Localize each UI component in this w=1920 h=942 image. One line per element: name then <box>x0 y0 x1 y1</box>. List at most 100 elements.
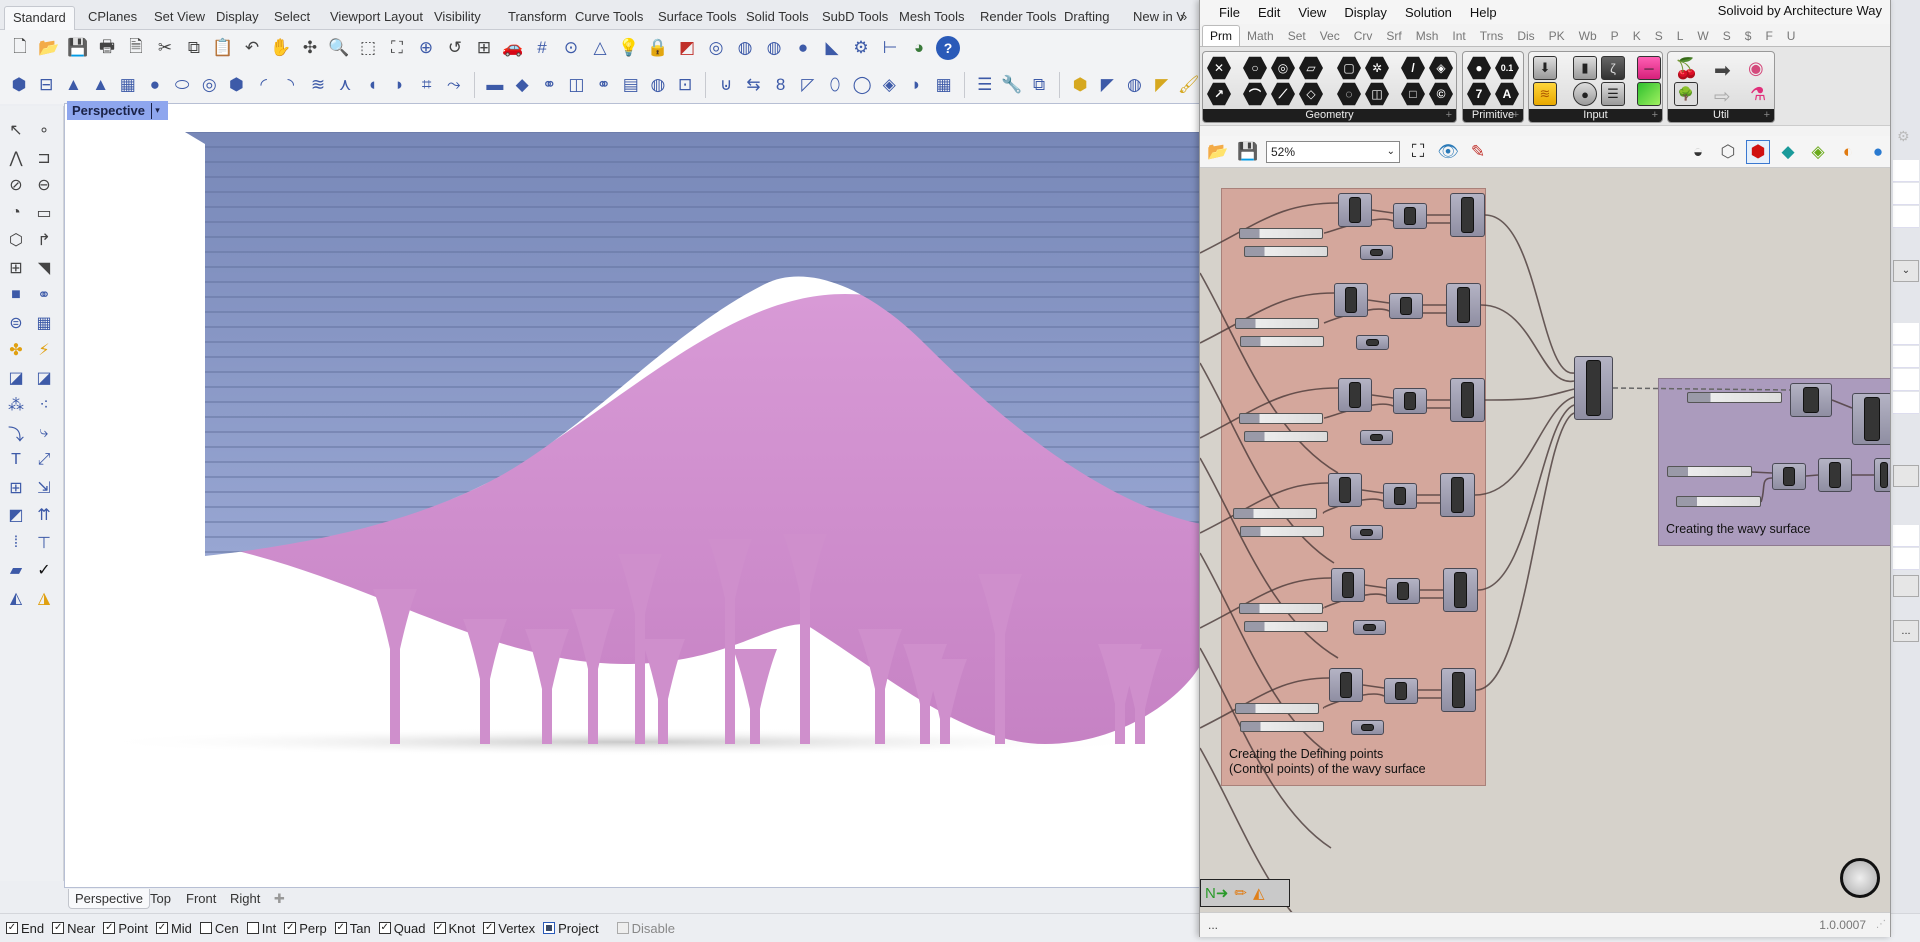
number-slider[interactable] <box>1239 228 1323 239</box>
viewport-tab-top[interactable]: Top <box>144 889 177 908</box>
osnap-knot[interactable]: ✓ Knot <box>433 921 475 936</box>
viewport-tab-perspective[interactable]: Perspective <box>68 889 150 909</box>
zoom-selected-icon[interactable]: ⊕ <box>414 36 438 60</box>
number-slider[interactable] <box>1239 603 1323 614</box>
capsule-icon[interactable]: ⬯ <box>824 73 846 97</box>
gh-component[interactable] <box>1790 383 1832 417</box>
split-icon[interactable]: ◪ <box>32 366 56 390</box>
gh-component[interactable] <box>1338 193 1372 227</box>
cube-yellow-icon[interactable]: ⬢ <box>1069 73 1091 97</box>
extrude-curve-icon[interactable]: ◗ <box>388 73 410 97</box>
trim-icon[interactable]: ◪ <box>4 366 28 390</box>
number-slider[interactable] <box>1667 466 1752 477</box>
mesh-sphere-icon[interactable]: ◍ <box>647 73 669 97</box>
gh-category-tab[interactable]: U <box>1780 26 1803 46</box>
expand-panel-icon[interactable]: + <box>1446 109 1452 122</box>
open-folder-icon[interactable]: 📂 <box>37 36 61 60</box>
gh-component[interactable] <box>1353 620 1386 635</box>
sphere-preview-icon[interactable]: ● <box>1866 140 1890 164</box>
rounded-box-icon[interactable]: ⬢ <box>225 73 247 97</box>
number-slider[interactable] <box>1244 621 1328 632</box>
checkbox[interactable]: ✓ <box>52 922 65 934</box>
relay-arrow-icon[interactable]: ➡ <box>1714 58 1731 83</box>
geometry-param-icon[interactable]: ✕ <box>1207 56 1231 80</box>
property-field[interactable] <box>1893 183 1919 205</box>
gh-category-tab[interactable]: PK <box>1542 26 1572 46</box>
number-slider[interactable] <box>1240 526 1324 537</box>
grid-cplane-icon[interactable]: # <box>530 36 554 60</box>
select-arrow-icon[interactable]: ↖ <box>4 118 28 142</box>
point-icon[interactable]: ∘ <box>32 118 56 142</box>
paste-icon[interactable]: 📋 <box>211 36 235 60</box>
pipe-branch-icon[interactable]: ⋏ <box>334 73 356 97</box>
solid-rounded-icon[interactable]: ◆ <box>511 73 533 97</box>
box-open-icon[interactable]: ◩ <box>4 503 28 527</box>
property-field[interactable] <box>1893 548 1919 570</box>
wrap-icon[interactable]: ▤ <box>620 73 642 97</box>
gh-component[interactable] <box>1450 378 1485 422</box>
gh-component[interactable] <box>1386 578 1420 604</box>
viewport-menu-dropdown-icon[interactable]: ▾ <box>151 102 163 119</box>
dimension-icon[interactable]: ⊢ <box>878 36 902 60</box>
options-gear-icon[interactable]: ⚙ <box>849 36 873 60</box>
import-icon[interactable]: 🗎 <box>124 36 148 60</box>
gh-component[interactable] <box>1446 283 1481 327</box>
rotate-view-icon[interactable]: ✣ <box>298 36 322 60</box>
gh-category-tab[interactable]: Trns <box>1473 26 1511 46</box>
help-icon[interactable]: ? <box>936 36 960 60</box>
solid-shapes-icon[interactable]: ◭ <box>4 586 28 610</box>
box-icon[interactable]: ⬢ <box>8 73 30 97</box>
osnap-perp[interactable]: ✓ Perp <box>284 921 327 936</box>
gh-menu-file[interactable]: File <box>1210 5 1249 20</box>
osnap-disable[interactable]: Disable <box>616 921 675 936</box>
property-field[interactable] <box>1893 346 1919 368</box>
line-param-icon[interactable]: ⟋ <box>1271 82 1295 106</box>
zoom-in-out-icon[interactable]: 🔍 <box>327 36 351 60</box>
fitness-icon[interactable]: ◉ <box>1748 58 1764 79</box>
boolean-icon[interactable]: ⚭ <box>32 283 56 307</box>
wrench-icon[interactable]: 🔧 <box>1001 73 1023 97</box>
gh-component[interactable] <box>1772 463 1806 490</box>
colour-swatch-icon[interactable] <box>1637 82 1661 106</box>
number-param-icon[interactable]: 0.1 <box>1495 56 1519 80</box>
number-slider[interactable] <box>1233 508 1317 519</box>
gradient-icon[interactable]: ─ <box>1637 56 1661 80</box>
arc-icon[interactable]: ◔ <box>4 201 28 225</box>
grid-array-icon[interactable]: ⁞ <box>4 531 28 555</box>
cone-icon[interactable]: ▲ <box>62 73 84 97</box>
gh-component[interactable] <box>1338 378 1372 412</box>
resize-grip-icon[interactable]: ⋰ <box>1876 919 1886 930</box>
document-preview-icon[interactable]: ◐ <box>1836 140 1860 164</box>
perspective-viewport[interactable] <box>64 103 1200 888</box>
gh-category-tab[interactable]: F <box>1758 26 1779 46</box>
gh-component[interactable] <box>1874 458 1890 492</box>
value-list-icon[interactable]: ☰ <box>1601 82 1625 106</box>
new-file-icon[interactable]: 🗋 <box>8 36 32 60</box>
zoom-extents-icon[interactable]: ⛶ <box>1406 140 1430 164</box>
box-param-icon[interactable]: ▢ <box>1337 56 1361 80</box>
selected-only-icon[interactable]: ◆ <box>1776 140 1800 164</box>
circle-param-icon[interactable]: ○ <box>1243 56 1267 80</box>
osnap-near[interactable]: ✓ Near <box>52 921 95 936</box>
truncated-cone-icon[interactable]: ▲ <box>90 73 112 97</box>
render-sphere-icon[interactable]: ● <box>791 36 815 60</box>
boolean-union-icon[interactable]: ⚭ <box>538 73 560 97</box>
add-viewport-icon[interactable]: ✚ <box>268 889 291 909</box>
puzzle-icon[interactable]: ✤ <box>4 338 28 362</box>
save-icon[interactable]: 💾 <box>66 36 90 60</box>
checkbox[interactable] <box>246 922 259 934</box>
grasshopper-icon[interactable]: ◕ <box>907 36 931 60</box>
tabs-overflow-button[interactable]: » <box>1178 6 1189 30</box>
gh-category-tab[interactable]: Math <box>1240 26 1281 46</box>
curve-param-icon[interactable]: ◎ <box>1271 56 1295 80</box>
layer-properties-icon[interactable]: ◩ <box>675 36 699 60</box>
checkbox[interactable]: ✓ <box>103 922 116 934</box>
gh-component[interactable] <box>1852 393 1890 445</box>
sketch-pen-icon[interactable]: ✎ <box>1466 140 1490 164</box>
rectangle-param-icon[interactable]: □ <box>1401 82 1425 106</box>
gh-component[interactable] <box>1356 335 1389 350</box>
gh-component[interactable] <box>1384 678 1418 704</box>
gh-component[interactable] <box>1443 568 1478 612</box>
surface-pts-icon[interactable]: ⊡ <box>674 73 696 97</box>
sheet-icon[interactable]: ◭ <box>1253 884 1265 902</box>
